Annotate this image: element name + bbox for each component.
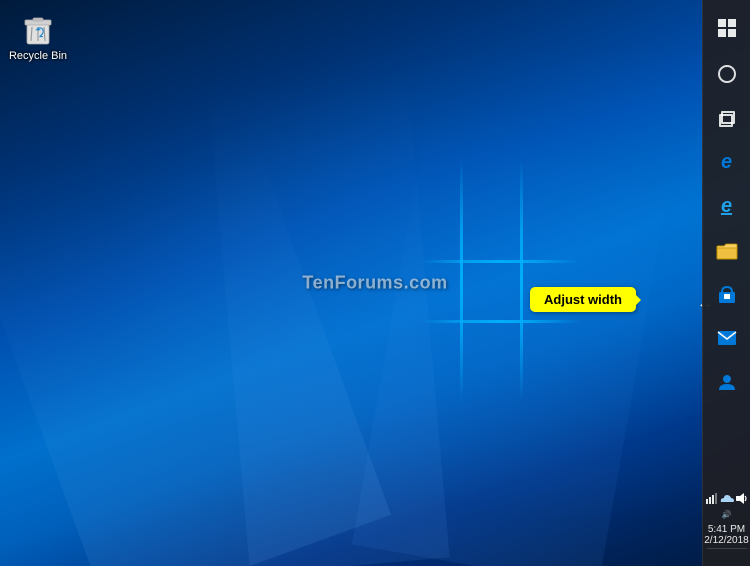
edge-icon: e: [721, 151, 732, 174]
mail-icon: [717, 330, 737, 346]
ie-icon: e: [721, 195, 732, 218]
task-view-button[interactable]: [707, 98, 747, 138]
network-tray-icon[interactable]: [705, 491, 719, 505]
search-icon: [718, 65, 736, 83]
wallpaper: [0, 0, 750, 566]
system-tray: 🔊 5:41 PM 2/12/2018: [702, 490, 750, 566]
taskbar: e e: [702, 0, 750, 566]
taskbar-top-section: e e: [707, 0, 747, 490]
edge-button[interactable]: e: [707, 142, 747, 182]
people-icon: [717, 372, 737, 392]
store-button[interactable]: [707, 274, 747, 314]
start-button[interactable]: [707, 6, 747, 50]
tray-icons-row2: 🔊: [718, 506, 736, 522]
adjust-width-tooltip: Adjust width: [530, 287, 636, 312]
task-view-icon: [719, 112, 735, 124]
file-explorer-button[interactable]: [707, 230, 747, 270]
desktop: TenForums.com R: [0, 0, 750, 566]
search-button[interactable]: [707, 54, 747, 94]
show-desktop-button[interactable]: [707, 548, 747, 562]
file-explorer-icon: [716, 239, 738, 261]
store-icon: [717, 284, 737, 304]
recycle-bin-graphic: [18, 8, 58, 48]
system-clock[interactable]: 5:41 PM 2/12/2018: [702, 522, 750, 548]
clock-time: 5:41 PM: [704, 524, 749, 535]
volume-low-icon[interactable]: 🔊: [720, 507, 734, 521]
clock-date: 2/12/2018: [704, 535, 749, 546]
ie-button[interactable]: e: [707, 186, 747, 226]
recycle-bin-label: Recycle Bin: [9, 50, 67, 63]
mail-button[interactable]: [707, 318, 747, 358]
volume-tray-icon[interactable]: [735, 491, 749, 505]
start-icon: [718, 19, 736, 37]
recycle-bin-icon[interactable]: Recycle Bin: [8, 8, 68, 63]
onedrive-tray-icon[interactable]: [720, 491, 734, 505]
tooltip-text: Adjust width: [544, 292, 622, 307]
tray-icons-row: [703, 490, 750, 506]
people-button[interactable]: [707, 362, 747, 402]
windows-logo-decoration: [420, 160, 580, 400]
